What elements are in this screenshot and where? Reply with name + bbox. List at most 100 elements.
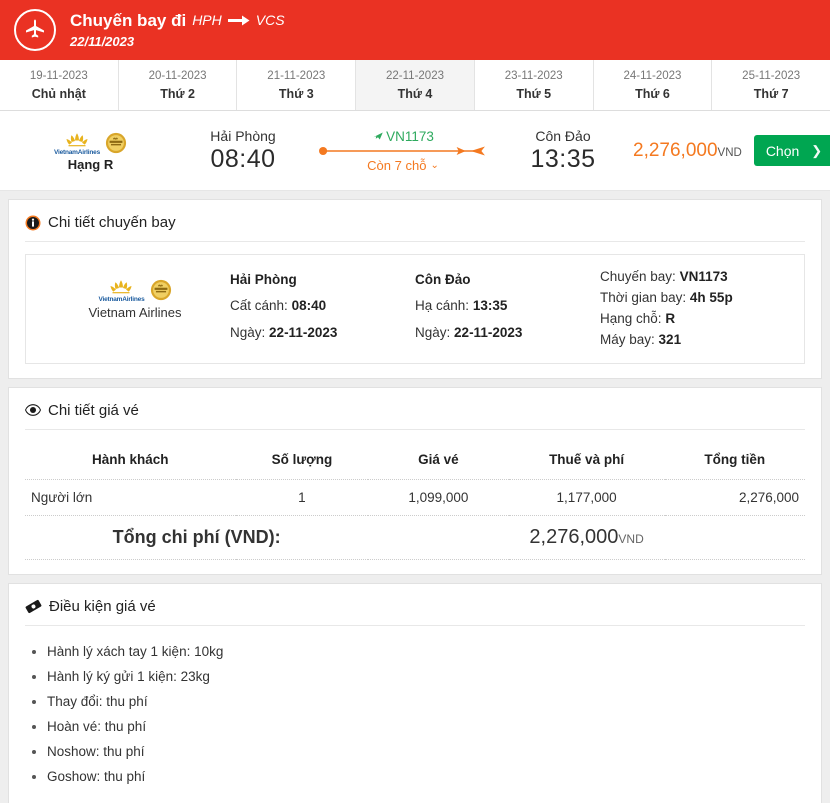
flight-price: 2,276,000 bbox=[633, 139, 718, 161]
lotus-icon: VietnamAirlines bbox=[98, 277, 145, 303]
detail-departure-time: 08:40 bbox=[291, 298, 327, 314]
detail-aircraft-row: Máy bay: 321 bbox=[600, 330, 790, 351]
fare-detail-title: Chi tiết giá vé bbox=[25, 402, 805, 430]
fare-class-label: Hạng R bbox=[67, 156, 114, 172]
flight-result-row[interactable]: VietnamAirlines Hạng R Hải Phòng 08:40 V… bbox=[0, 111, 830, 191]
detail-meta-column: Chuyến bay: VN1173 Thời gian bay: 4h 55p… bbox=[600, 267, 790, 351]
fare-col-baseprice: Giá vé bbox=[368, 439, 509, 480]
skytrax-award-badge bbox=[105, 132, 127, 153]
detail-class-row: Hạng chỗ: R bbox=[600, 309, 790, 330]
plane-icon bbox=[14, 9, 56, 51]
date-tab-date: 23-11-2023 bbox=[504, 69, 563, 82]
route-column: VN1173 Còn 7 chỗ ⌄ bbox=[313, 129, 493, 173]
detail-duration: 4h 55p bbox=[689, 289, 733, 305]
arrival-time: 13:35 bbox=[530, 144, 596, 173]
origin-code: HPH bbox=[192, 12, 222, 29]
page-title: Chuyến bay đi bbox=[70, 11, 187, 31]
date-tab-date: 21-11-2023 bbox=[267, 69, 326, 82]
choose-button-label: Chọn bbox=[765, 142, 800, 159]
flight-detail-box: VietnamAirlines Vietnam Airlines Hải Phò… bbox=[25, 254, 805, 364]
detail-duration-row: Thời gian bay: 4h 55p bbox=[600, 288, 790, 309]
detail-arrival-date-label: Ngày: bbox=[415, 324, 451, 340]
detail-flight-number-label: Chuyến bay: bbox=[600, 269, 676, 284]
detail-departure-city: Hải Phòng bbox=[230, 272, 297, 287]
date-tab-1[interactable]: 20-11-2023 Thứ 2 bbox=[119, 60, 238, 110]
fare-cell-total: 2,276,000 bbox=[664, 479, 805, 516]
skytrax-award-badge bbox=[150, 279, 171, 301]
fare-cell-taxes: 1,177,000 bbox=[508, 479, 665, 516]
chevron-right-icon: ❯ bbox=[811, 142, 823, 158]
list-item: Noshow: thu phí bbox=[47, 740, 805, 765]
flight-detail-card: Chi tiết chuyến bay VietnamAirlines Viet… bbox=[8, 199, 822, 379]
airline-column: VietnamAirlines Hạng R bbox=[8, 130, 173, 172]
fare-col-passenger: Hành khách bbox=[25, 439, 236, 480]
detail-arrival-time-label: Hạ cánh: bbox=[415, 298, 470, 314]
date-tab-date: 19-11-2023 bbox=[29, 69, 88, 82]
arrival-column: Côn Đảo 13:35 bbox=[493, 128, 633, 174]
fare-conditions-title-text: Điều kiện giá vé bbox=[49, 597, 156, 615]
fare-total-label: Tổng chi phí (VND): bbox=[25, 515, 369, 560]
detail-flight-number: VN1173 bbox=[679, 269, 728, 284]
detail-departure-time-row: Cất cánh: 08:40 bbox=[230, 293, 415, 319]
date-tab-4[interactable]: 23-11-2023 Thứ 5 bbox=[475, 60, 594, 110]
detail-flight-number-row: Chuyến bay: VN1173 bbox=[600, 267, 790, 288]
fare-conditions-title: Điều kiện giá vé bbox=[25, 598, 805, 626]
fare-total-row: Tổng chi phí (VND): 2,276,000VND bbox=[25, 515, 805, 560]
table-row: Người lớn 1 1,099,000 1,177,000 2,276,00… bbox=[25, 479, 805, 516]
fare-conditions-list: Hành lý xách tay 1 kiện: 10kg Hành lý ký… bbox=[25, 640, 805, 790]
date-tab-3-selected[interactable]: 22-11-2023 Thứ 4 bbox=[356, 60, 475, 110]
date-tab-date: 24-11-2023 bbox=[623, 69, 682, 82]
arrow-right-icon bbox=[227, 14, 250, 27]
detail-departure-date-row: Ngày: 22-11-2023 bbox=[230, 320, 415, 346]
date-tab-day: Thứ 7 bbox=[753, 86, 789, 101]
detail-class: R bbox=[665, 310, 676, 326]
date-tab-2[interactable]: 21-11-2023 Thứ 3 bbox=[237, 60, 357, 110]
date-tab-day: Thứ 3 bbox=[278, 86, 314, 101]
list-item: Hoàn vé: thu phí bbox=[47, 715, 805, 740]
header-title-line: Chuyến bay đi HPH VCS bbox=[70, 10, 285, 31]
fare-col-taxes: Thuế và phí bbox=[508, 439, 665, 480]
airline-wordmark: VietnamAirlines bbox=[53, 148, 100, 156]
detail-departure-time-label: Cất cánh: bbox=[230, 298, 288, 314]
departure-column: Hải Phòng 08:40 bbox=[173, 128, 313, 174]
date-tab-bar: 19-11-2023 Chủ nhật 20-11-2023 Thứ 2 21-… bbox=[0, 60, 830, 111]
date-tab-day: Thứ 2 bbox=[160, 86, 195, 101]
fare-detail-card: Chi tiết giá vé Hành khách Số lượng Giá … bbox=[8, 386, 822, 575]
date-tab-day: Chủ nhật bbox=[31, 86, 86, 101]
fare-cell-baseprice: 1,099,000 bbox=[368, 479, 509, 516]
detail-arrival-time: 13:35 bbox=[472, 298, 508, 314]
vietnam-airlines-logo: VietnamAirlines bbox=[54, 130, 127, 156]
flight-detail-area: Chi tiết chuyến bay VietnamAirlines Viet… bbox=[0, 191, 830, 803]
detail-airline-logo: VietnamAirlines Vietnam Airlines bbox=[40, 267, 230, 320]
list-item: Hành lý xách tay 1 kiện: 10kg bbox=[47, 640, 805, 665]
detail-logo-mark: VietnamAirlines bbox=[98, 277, 171, 303]
lotus-icon: VietnamAirlines bbox=[54, 130, 100, 156]
seats-remaining-dropdown[interactable]: Còn 7 chỗ ⌄ bbox=[367, 158, 439, 173]
detail-arrival-date: 22-11-2023 bbox=[454, 324, 523, 340]
list-item: Goshow: thu phí bbox=[47, 765, 805, 790]
chevron-down-icon: ⌄ bbox=[430, 159, 439, 171]
detail-arrival-city: Côn Đảo bbox=[415, 272, 471, 287]
arrival-city: Côn Đảo bbox=[535, 127, 591, 144]
seats-remaining-label: Còn 7 chỗ bbox=[367, 157, 427, 173]
fare-cell-passenger: Người lớn bbox=[25, 479, 236, 516]
destination-code: VCS bbox=[255, 12, 285, 29]
flight-number: VN1173 bbox=[386, 128, 434, 144]
fare-total-value: 2,276,000 bbox=[529, 525, 619, 548]
departure-time: 08:40 bbox=[210, 144, 276, 173]
date-tab-5[interactable]: 24-11-2023 Thứ 6 bbox=[594, 60, 713, 110]
eye-icon bbox=[25, 402, 41, 418]
fare-total-currency: VND bbox=[618, 531, 644, 546]
choose-flight-button[interactable]: Chọn ❯ bbox=[753, 135, 830, 166]
detail-departure-date-label: Ngày: bbox=[230, 324, 266, 340]
date-tab-day: Thứ 5 bbox=[516, 86, 552, 101]
detail-class-label: Hạng chỗ: bbox=[600, 310, 662, 326]
date-tab-0[interactable]: 19-11-2023 Chủ nhật bbox=[0, 60, 119, 110]
list-item: Hành lý ký gửi 1 kiện: 23kg bbox=[47, 665, 805, 690]
flight-number-label: VN1173 bbox=[372, 129, 434, 144]
date-tab-date: 22-11-2023 bbox=[386, 69, 444, 82]
fare-detail-title-text: Chi tiết giá vé bbox=[48, 401, 139, 419]
date-tab-6[interactable]: 25-11-2023 Thứ 7 bbox=[712, 60, 830, 110]
ticket-icon bbox=[25, 599, 42, 614]
fare-col-quantity: Số lượng bbox=[235, 439, 369, 480]
